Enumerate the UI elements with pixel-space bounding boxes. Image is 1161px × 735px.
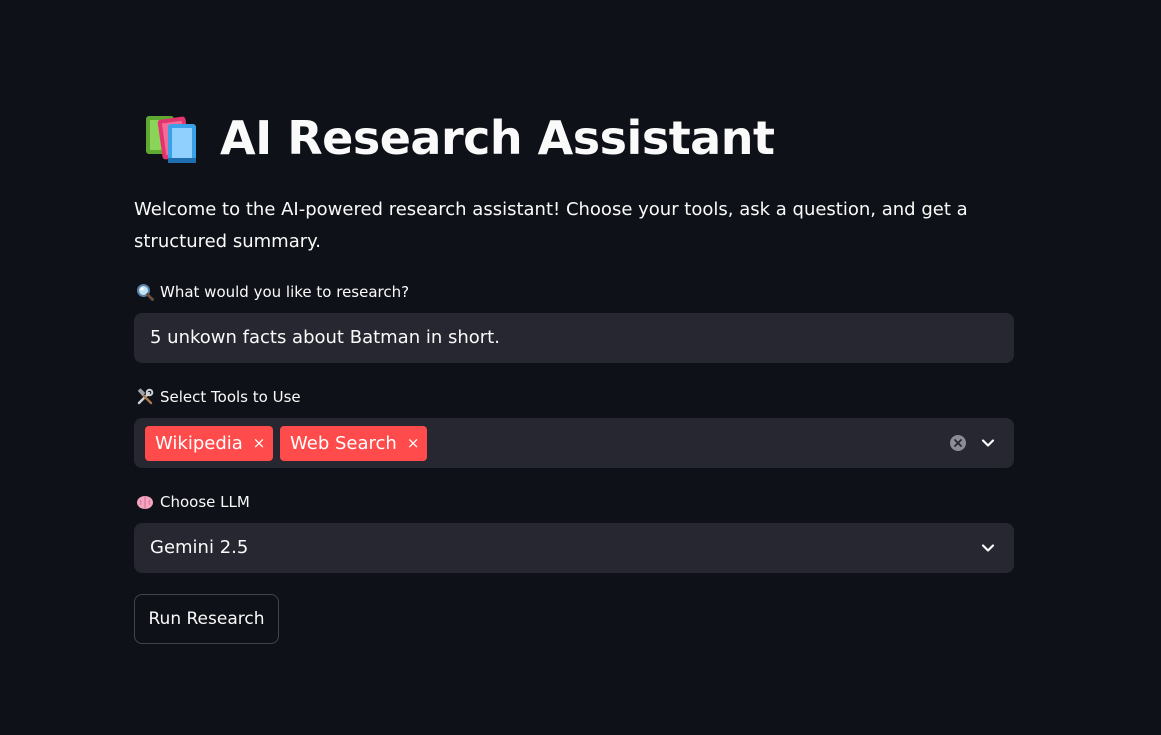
- run-research-button[interactable]: Run Research: [134, 594, 279, 644]
- tools-label-text: Select Tools to Use: [160, 388, 301, 406]
- query-label: What would you like to research?: [136, 283, 409, 301]
- tool-tag-label: Wikipedia: [155, 433, 243, 454]
- hammer-and-wrench-icon: [137, 388, 154, 405]
- magnifying-glass-icon: [137, 284, 154, 301]
- chevron-down-icon[interactable]: [980, 435, 996, 451]
- tool-tag-wikipedia[interactable]: Wikipedia ×: [145, 426, 274, 461]
- remove-tag-icon[interactable]: ×: [253, 436, 266, 451]
- intro-text: Welcome to the AI-powered research assis…: [134, 199, 968, 252]
- tools-multiselect[interactable]: Wikipedia × Web Search ×: [134, 418, 1014, 468]
- page-title: AI Research Assistant: [142, 108, 775, 168]
- page-title-text: AI Research Assistant: [220, 111, 775, 165]
- books-icon: [146, 116, 196, 163]
- remove-tag-icon[interactable]: ×: [407, 436, 420, 451]
- research-query-value[interactable]: 5 unkown facts about Batman in short.: [150, 313, 500, 363]
- tool-tag-label: Web Search: [290, 433, 397, 454]
- tool-tag-web-search[interactable]: Web Search ×: [280, 426, 428, 461]
- research-query-input[interactable]: 5 unkown facts about Batman in short.: [134, 313, 1014, 363]
- llm-label: Choose LLM: [136, 493, 250, 511]
- brain-icon: [137, 496, 153, 509]
- llm-selected-value[interactable]: Gemini 2.5: [150, 523, 248, 573]
- clear-all-icon[interactable]: [949, 434, 967, 452]
- query-label-text: What would you like to research?: [160, 283, 410, 301]
- llm-select[interactable]: Gemini 2.5: [134, 523, 1014, 573]
- chevron-down-icon[interactable]: [980, 540, 996, 556]
- llm-label-text: Choose LLM: [160, 493, 250, 511]
- tools-label: Select Tools to Use: [136, 388, 301, 406]
